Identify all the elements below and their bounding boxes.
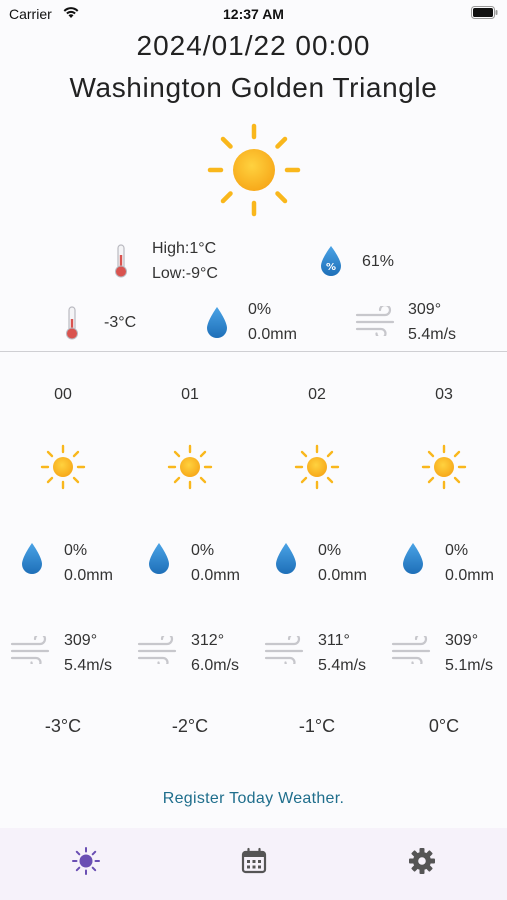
hour-precip-probability: 0% xyxy=(445,542,469,559)
hour-precip-amount: 0.0mm xyxy=(445,567,494,584)
raindrop-icon xyxy=(403,543,423,574)
wind-icon xyxy=(264,636,304,664)
hour-precip-amount: 0.0mm xyxy=(64,567,113,584)
weather-screen: Carrier 12:37 AM 2024/01/22 00:00 Washin… xyxy=(0,0,507,900)
hour-wind-speed: 5.4m/s xyxy=(318,657,367,674)
wind-icon xyxy=(355,306,395,336)
sunny-weather-icon xyxy=(167,444,213,490)
tab-bar xyxy=(0,828,507,900)
location-name: Washington Golden Triangle xyxy=(69,72,438,103)
hour-temperature: -1°C xyxy=(298,716,336,736)
precip-amount: 0.0mm xyxy=(248,326,297,343)
hourly-column: 01 0% 0.0mm 312° 6.0m/s -2°C xyxy=(127,352,253,772)
tab-gear-icon[interactable] xyxy=(407,846,437,876)
status-time: 12:37 AM xyxy=(223,6,284,22)
hour-wind-speed: 5.1m/s xyxy=(445,657,494,674)
wind-icon xyxy=(10,636,50,664)
hour-wind-direction: 311° xyxy=(318,632,350,649)
wind-speed: 5.4m/s xyxy=(408,326,457,343)
thermometer-icon xyxy=(115,244,127,278)
hour-label: 00 xyxy=(54,386,72,403)
hour-label: 03 xyxy=(435,386,453,403)
hour-temperature: 0°C xyxy=(428,716,460,736)
hour-temperature: -2°C xyxy=(171,716,209,736)
hour-wind: 311° 5.4m/s xyxy=(318,628,366,678)
hour-precip-probability: 0% xyxy=(191,542,215,559)
sunny-weather-icon xyxy=(294,444,340,490)
humidity-icon: % xyxy=(321,246,341,276)
battery-icon xyxy=(471,6,498,19)
tab-calendar-icon[interactable] xyxy=(239,846,269,876)
thermometer-icon xyxy=(66,306,78,340)
hour-precip: 0% 0.0mm xyxy=(445,538,494,588)
hour-wind: 309° 5.4m/s xyxy=(64,628,112,678)
register-today-weather-link[interactable]: Register Today Weather. xyxy=(0,790,507,808)
hour-label: 01 xyxy=(181,386,199,403)
hour-precip: 0% 0.0mm xyxy=(64,538,113,588)
wind-icon xyxy=(137,636,177,664)
tab-sun-icon[interactable] xyxy=(71,846,101,876)
hour-temperature: -3°C xyxy=(44,716,82,736)
raindrop-icon xyxy=(276,543,296,574)
sunny-weather-icon xyxy=(207,123,301,217)
hour-wind: 312° 6.0m/s xyxy=(191,628,239,678)
low-temperature: Low:-9°C xyxy=(152,265,218,282)
hourly-column: 02 0% 0.0mm 311° 5.4m/s -1°C xyxy=(254,352,380,772)
humidity-value: 61% xyxy=(362,253,395,270)
wind-direction: 309° xyxy=(408,301,442,318)
hour-precip-probability: 0% xyxy=(318,542,342,559)
hour-wind-direction: 312° xyxy=(191,632,225,649)
hour-wind-direction: 309° xyxy=(445,632,479,649)
hourly-column: 03 0% 0.0mm 309° 5.1m/s 0°C xyxy=(381,352,507,772)
sunny-weather-icon xyxy=(40,444,86,490)
hour-precip-amount: 0.0mm xyxy=(318,567,367,584)
hourly-column: 00 0% 0.0mm 309° 5.4m/s -3°C xyxy=(0,352,126,772)
sunny-weather-icon xyxy=(421,444,467,490)
hour-precip: 0% 0.0mm xyxy=(191,538,240,588)
current-temperature: -3°C xyxy=(104,314,137,331)
hour-label: 02 xyxy=(308,386,326,403)
forecast-datetime: 2024/01/22 00:00 xyxy=(136,30,371,61)
humidity-badge: % xyxy=(326,262,336,273)
hour-wind-direction: 309° xyxy=(64,632,98,649)
hour-precip-amount: 0.0mm xyxy=(191,567,240,584)
hour-wind: 309° 5.1m/s xyxy=(445,628,493,678)
hour-wind-speed: 5.4m/s xyxy=(64,657,113,674)
hour-precip: 0% 0.0mm xyxy=(318,538,367,588)
high-temperature: High:1°C xyxy=(152,240,217,257)
raindrop-icon xyxy=(22,543,42,574)
precip-probability: 0% xyxy=(248,301,272,318)
raindrop-icon xyxy=(207,307,227,338)
hour-wind-speed: 6.0m/s xyxy=(191,657,240,674)
raindrop-icon xyxy=(149,543,169,574)
status-bar: Carrier 12:37 AM xyxy=(0,0,507,30)
wind-icon xyxy=(391,636,431,664)
hour-precip-probability: 0% xyxy=(64,542,88,559)
